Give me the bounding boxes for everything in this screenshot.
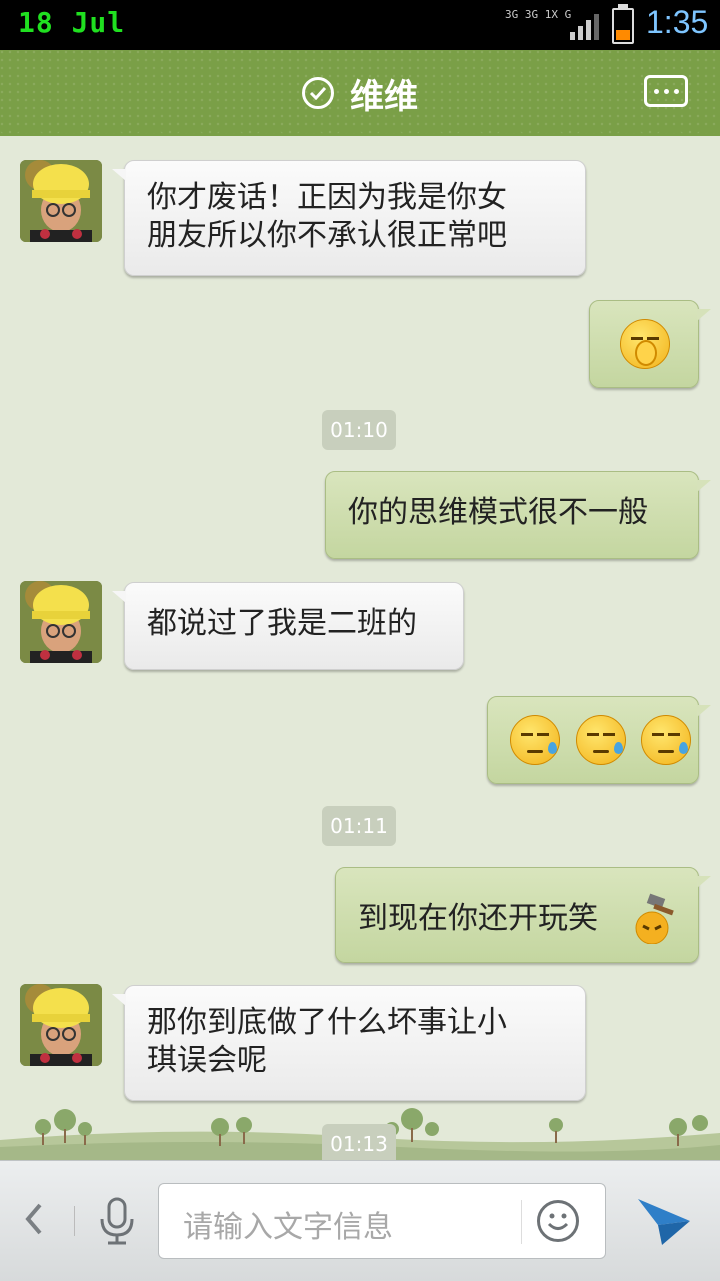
emoji-button[interactable] (537, 1200, 579, 1242)
header-scallop (0, 128, 720, 138)
signal-icon (570, 14, 599, 40)
message-bubble-outgoing[interactable]: 到现在你还开玩笑 (335, 867, 711, 963)
message-text: 琪误会呢 (147, 1043, 267, 1078)
message-bubble-incoming[interactable]: 那你到底做了什么坏事让小 琪误会呢 (112, 985, 586, 1101)
sweat-emoji (641, 715, 692, 765)
timestamp: 01:13 (322, 1124, 396, 1160)
more-icon (653, 88, 659, 94)
message-text: 那你到底做了什么坏事让小 (147, 1005, 507, 1040)
microphone-icon (100, 1197, 134, 1245)
timestamp: 01:10 (322, 410, 396, 450)
message-bubble-incoming[interactable]: 你才废话！正因为我是你女 朋友所以你不承认很正常吧 (112, 160, 586, 276)
network-indicator: 3G 3G 1X G (505, 8, 572, 21)
sweat-emoji (510, 715, 560, 765)
battery-icon (612, 4, 634, 44)
chevron-left-icon (25, 1203, 42, 1235)
avatar[interactable] (20, 581, 102, 663)
smiley-icon (547, 1213, 569, 1230)
divider (74, 1206, 75, 1236)
send-icon (638, 1199, 690, 1245)
message-text: 到现在你还开玩笑 (358, 901, 598, 936)
status-time: 1:35 (646, 4, 709, 40)
chat-header: 维维 (0, 50, 720, 136)
check-circle-icon (302, 77, 334, 109)
message-bubble-outgoing[interactable] (589, 300, 711, 388)
cover-face-emoji (620, 319, 670, 369)
message-bubble-outgoing[interactable]: 你的思维模式很不一般 (325, 471, 711, 559)
avatar[interactable] (20, 160, 102, 242)
send-button[interactable] (636, 1195, 692, 1247)
message-bubble-outgoing[interactable] (487, 696, 711, 784)
message-text: 你的思维模式很不一般 (348, 495, 648, 530)
status-bar: 18 Jul 3G 3G 1X G 1:35 (0, 0, 720, 50)
message-input[interactable]: 请输入文字信息 (158, 1183, 606, 1259)
sweat-emoji (575, 715, 626, 765)
chat-title: 维维 (350, 76, 418, 117)
message-text: 你才废话！正因为我是你女 (147, 180, 507, 215)
back-button[interactable] (22, 1199, 52, 1239)
message-bubble-incoming[interactable]: 都说过了我是二班的 (112, 582, 464, 670)
status-date: 18 Jul (18, 6, 126, 39)
divider (521, 1200, 522, 1244)
message-text: 朋友所以你不承认很正常吧 (147, 218, 507, 253)
more-button[interactable] (644, 75, 688, 107)
message-text: 都说过了我是二班的 (147, 606, 417, 641)
voice-button[interactable] (96, 1197, 138, 1247)
input-bar: 请输入文字信息 (0, 1160, 720, 1281)
timestamp: 01:11 (322, 806, 396, 846)
input-placeholder: 请输入文字信息 (183, 1210, 393, 1245)
avatar[interactable] (20, 984, 102, 1066)
chat-area[interactable]: 你才废话！正因为我是你女 朋友所以你不承认很正常吧 01:10 你的思维模式很不… (0, 138, 720, 1158)
hammer-emoji (635, 893, 674, 944)
